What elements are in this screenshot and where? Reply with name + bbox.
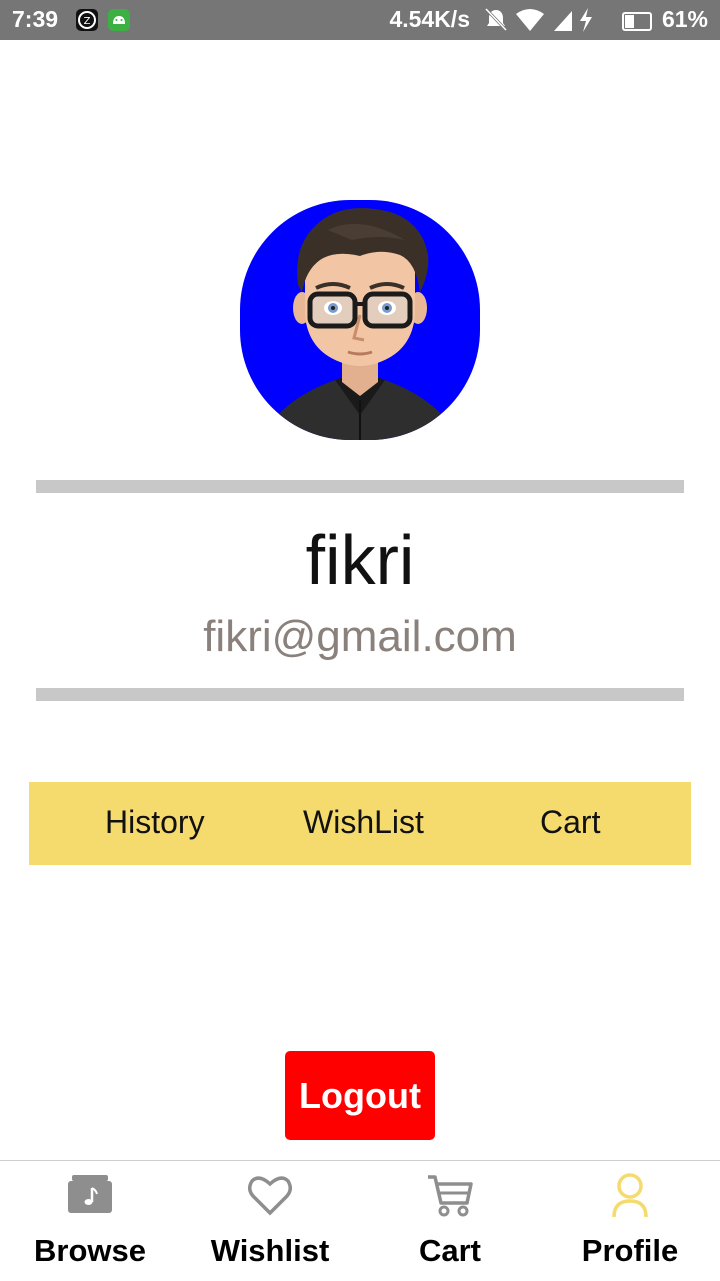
status-bar: 7:39 Z 4.54K/s 61% [0, 0, 720, 40]
nav-wishlist[interactable]: Wishlist [180, 1161, 360, 1281]
battery-icon [622, 12, 652, 31]
person-icon [612, 1173, 648, 1218]
nav-browse[interactable]: Browse [0, 1161, 180, 1281]
svg-text:Z: Z [84, 16, 91, 27]
divider-bottom [36, 688, 684, 701]
divider-top [36, 480, 684, 493]
nav-profile-label: Profile [581, 1233, 679, 1268]
nav-browse-label: Browse [34, 1233, 146, 1268]
tab-wishlist[interactable]: WishList [303, 804, 424, 841]
profile-email: fikri@gmail.com [203, 612, 517, 661]
bottom-nav: Browse Wishlist Cart Profile [0, 1160, 720, 1281]
status-time: 7:39 [12, 6, 59, 32]
wifi-icon [516, 9, 544, 31]
avatar [240, 200, 480, 440]
profile-tab-bar: History WishList Cart [29, 782, 691, 865]
status-speed: 4.54K/s [389, 6, 470, 32]
battery-percent: 61% [661, 6, 708, 32]
mute-icon [484, 7, 508, 32]
music-folder-icon [68, 1175, 112, 1213]
nav-cart[interactable]: Cart [360, 1161, 540, 1281]
cart-icon [428, 1175, 473, 1217]
android-icon [108, 9, 130, 31]
zepp-icon: Z [76, 9, 98, 31]
tab-cart[interactable]: Cart [540, 804, 600, 841]
signal-icon [554, 11, 572, 31]
tab-history[interactable]: History [105, 804, 205, 841]
status-icons [484, 7, 592, 32]
charging-icon [580, 8, 592, 32]
nav-cart-label: Cart [418, 1233, 481, 1268]
profile-username: fikri [305, 521, 415, 599]
heart-icon [248, 1176, 292, 1216]
nav-profile[interactable]: Profile [540, 1161, 720, 1281]
nav-wishlist-label: Wishlist [210, 1233, 330, 1268]
logout-button[interactable]: Logout [285, 1051, 435, 1140]
